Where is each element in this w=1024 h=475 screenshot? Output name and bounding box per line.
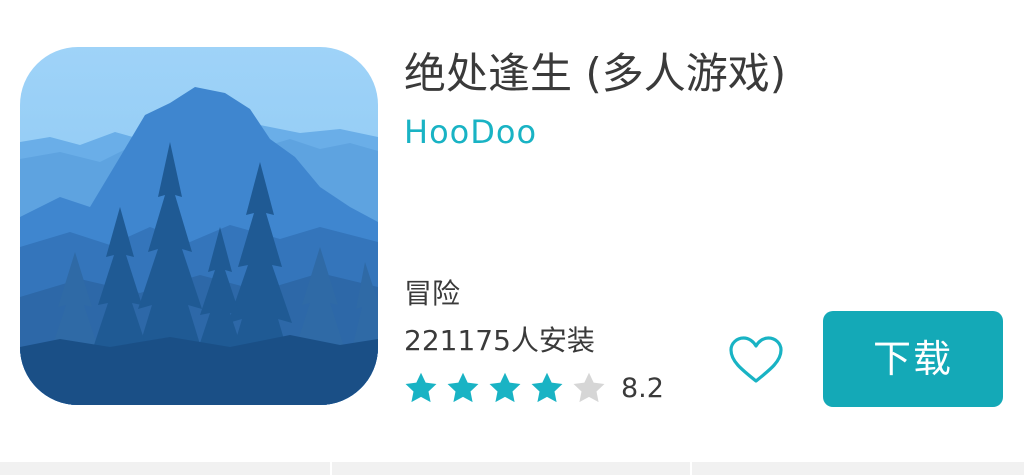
list-divider (0, 462, 1024, 475)
app-icon[interactable] (20, 47, 378, 405)
heart-outline-icon (729, 336, 783, 383)
install-count: 221175人安装 (404, 324, 595, 357)
star-filled-icon (403, 370, 439, 406)
star-filled-icon (445, 370, 481, 406)
rating-value: 8.2 (621, 372, 664, 404)
star-empty-icon (571, 370, 607, 406)
app-list-item[interactable]: 绝处逢生 (多人游戏) HooDoo 冒险 221175人安装 8.2 下载 (0, 0, 1024, 462)
star-filled-icon (487, 370, 523, 406)
app-category: 冒险 (404, 277, 461, 310)
rating: 8.2 (403, 366, 664, 410)
developer-name[interactable]: HooDoo (404, 110, 537, 154)
favorite-button[interactable] (724, 330, 788, 390)
app-title[interactable]: 绝处逢生 (多人游戏) (404, 44, 786, 104)
mountain-forest-icon (20, 47, 378, 405)
download-button[interactable]: 下载 (823, 311, 1003, 407)
star-filled-icon (529, 370, 565, 406)
